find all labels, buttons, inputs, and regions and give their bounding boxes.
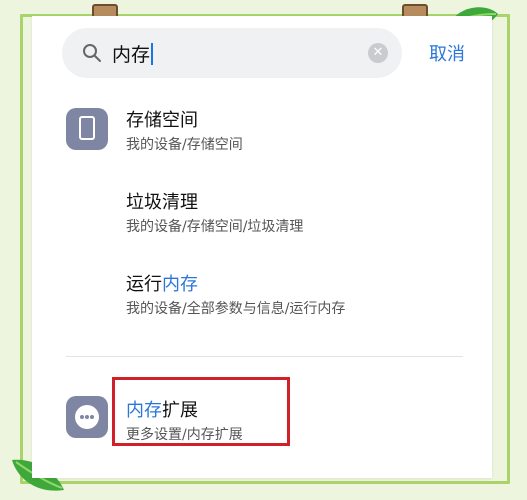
search-input[interactable]: 内存 xyxy=(112,40,154,67)
search-bar[interactable]: 内存 ✕ xyxy=(62,28,402,78)
section-divider xyxy=(66,356,463,357)
frame-border-left xyxy=(20,14,23,484)
result-title: 存储空间 xyxy=(126,110,198,131)
result-title: 垃圾清理 xyxy=(126,192,198,213)
frame-border-right xyxy=(507,14,510,484)
more-dots-icon xyxy=(66,396,108,438)
result-item-running-memory[interactable]: 运行内存 我的设备/全部参数与信息/运行内存 xyxy=(32,268,492,328)
result-title-text: 运行 xyxy=(126,274,162,295)
search-icon xyxy=(83,44,101,62)
result-path: 我的设备/存储空间/垃圾清理 xyxy=(126,219,304,235)
search-query-text: 内存 xyxy=(112,44,151,66)
text-caret xyxy=(151,43,154,65)
result-item-junk-cleanup[interactable]: 垃圾清理 我的设备/存储空间/垃圾清理 xyxy=(32,186,492,246)
highlight-annotation-box xyxy=(112,377,290,446)
cancel-button[interactable]: 取消 xyxy=(429,40,465,66)
clear-icon[interactable]: ✕ xyxy=(368,43,388,63)
search-panel: 内存 ✕ 取消 存储空间 我的设备/存储空间 垃圾清理 我的设备/存储空间/垃圾… xyxy=(32,16,492,478)
result-path: 我的设备/存储空间 xyxy=(126,137,243,153)
result-item-storage[interactable]: 存储空间 我的设备/存储空间 xyxy=(32,104,492,164)
result-title-highlight: 内存 xyxy=(162,274,198,295)
result-path: 我的设备/全部参数与信息/运行内存 xyxy=(126,301,346,317)
frame-border-bottom xyxy=(20,481,510,484)
result-title: 运行内存 xyxy=(126,270,198,296)
phone-storage-icon xyxy=(66,108,108,150)
